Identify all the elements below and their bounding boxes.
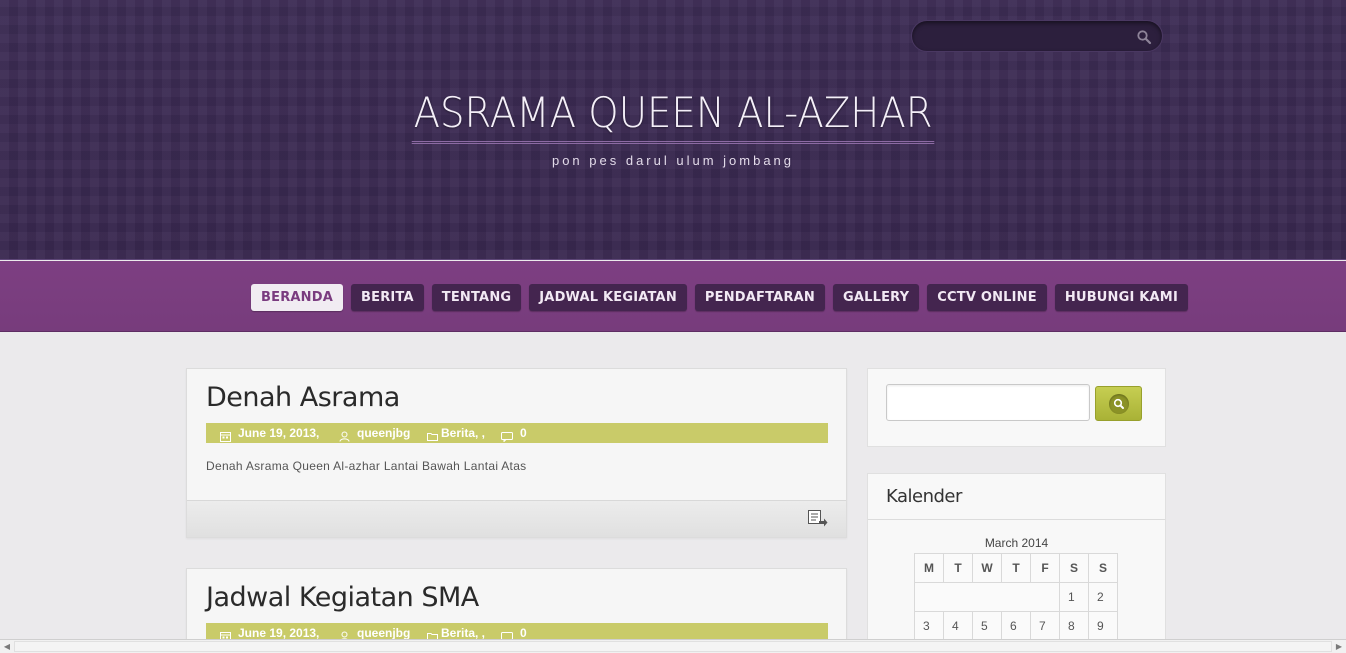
comment-icon: [501, 428, 513, 443]
calendar-day: 6: [1001, 611, 1031, 641]
site-title[interactable]: ASRAMA QUEEN AL-AZHAR: [411, 86, 935, 144]
nav-item-tentang[interactable]: TENTANG: [431, 284, 522, 311]
calendar-day: 2: [1088, 582, 1118, 612]
search-icon[interactable]: [1136, 29, 1152, 45]
calendar-icon: [220, 628, 231, 642]
horizontal-scrollbar[interactable]: ◀ ▶: [0, 639, 1346, 653]
widget-title: Kalender: [868, 474, 1165, 520]
header-search[interactable]: [911, 20, 1163, 52]
nav-item-cctv-online[interactable]: CCTV ONLINE: [927, 284, 1047, 311]
calendar-widget: Kalender March 2014 M T W T F S S 1 2 3 …: [867, 473, 1166, 653]
sidebar-search-input[interactable]: [886, 384, 1090, 421]
calendar-day-header: S: [1088, 553, 1118, 583]
nav-item-gallery[interactable]: GALLERY: [833, 284, 920, 311]
calendar-day: 9: [1088, 611, 1118, 641]
user-icon: [339, 628, 350, 642]
post-footer: [187, 500, 846, 537]
calendar-empty-cell: [914, 582, 1060, 612]
calendar-day: 3: [914, 611, 944, 641]
sidebar-search-widget: [867, 368, 1166, 447]
calendar-day: 7: [1030, 611, 1060, 641]
folder-icon: [427, 428, 438, 441]
post-card: Denah Asrama June 19, 2013, queenjbg Ber…: [186, 368, 847, 538]
calendar-day: 5: [972, 611, 1002, 641]
search-icon: [1109, 394, 1129, 414]
post-date: June 19, 2013,: [220, 423, 319, 443]
post-category[interactable]: Berita, ,: [427, 423, 485, 443]
site-description: pon pes darul ulum jombang: [551, 153, 795, 168]
calendar-caption: March 2014: [984, 536, 1049, 550]
post-title[interactable]: Jadwal Kegiatan SMA: [206, 582, 479, 613]
site-title-wrap: ASRAMA QUEEN AL-AZHAR: [0, 86, 1346, 144]
comment-icon: [501, 628, 513, 643]
calendar-day-header: F: [1030, 553, 1060, 583]
calendar-day-header: T: [1001, 553, 1031, 583]
scroll-left-arrow-icon[interactable]: ◀: [0, 640, 14, 653]
nav-item-beranda[interactable]: BERANDA: [251, 284, 343, 311]
post-title[interactable]: Denah Asrama: [206, 382, 400, 413]
scroll-right-arrow-icon[interactable]: ▶: [1332, 640, 1346, 653]
calendar-day-header: S: [1059, 553, 1089, 583]
calendar-day: 1: [1059, 582, 1089, 612]
site-header: ASRAMA QUEEN AL-AZHAR pon pes darul ulum…: [0, 0, 1346, 260]
nav-item-pendaftaran[interactable]: PENDAFTARAN: [694, 284, 825, 311]
post-comments[interactable]: 0: [501, 423, 527, 443]
header-search-input[interactable]: [924, 27, 1134, 47]
sidebar-search-button[interactable]: [1095, 386, 1142, 421]
calendar-header-row: M T W T F S S: [914, 553, 1118, 583]
user-icon: [339, 428, 350, 442]
nav-item-jadwal-kegiatan[interactable]: JADWAL KEGIATAN: [529, 284, 687, 311]
post-author[interactable]: queenjbg: [339, 423, 410, 443]
post-excerpt: Denah Asrama Queen Al-azhar Lantai Bawah…: [206, 459, 527, 473]
calendar-day-header: W: [972, 553, 1002, 583]
post-meta: June 19, 2013, queenjbg Berita, , 0: [206, 423, 828, 443]
read-more-icon[interactable]: [808, 510, 828, 528]
calendar-day: 8: [1059, 611, 1089, 641]
calendar-day: 4: [943, 611, 973, 641]
nav-item-berita[interactable]: BERITA: [351, 284, 424, 311]
calendar-table: M T W T F S S 1 2 3 4 5 6 7 8 9: [914, 553, 1118, 641]
main-nav: BERANDA BERITA TENTANG JADWAL KEGIATAN P…: [0, 261, 1346, 332]
calendar-week-row: 1 2: [914, 582, 1118, 612]
scrollbar-thumb[interactable]: [14, 641, 1332, 652]
calendar-week-row: 3 4 5 6 7 8 9: [914, 611, 1118, 641]
folder-icon: [427, 628, 438, 641]
calendar-day-header: T: [943, 553, 973, 583]
calendar-day-header: M: [914, 553, 944, 583]
nav-item-hubungi-kami[interactable]: HUBUNGI KAMI: [1054, 284, 1188, 311]
calendar-icon: [220, 428, 231, 442]
